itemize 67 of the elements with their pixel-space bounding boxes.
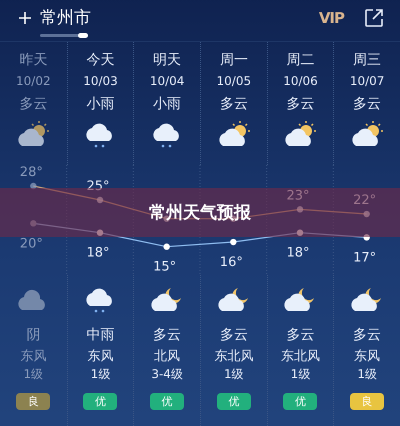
wind-level: 3-4级 bbox=[151, 366, 183, 383]
temperature-label: 15° bbox=[153, 260, 176, 275]
date-label: 10/07 bbox=[350, 73, 384, 90]
date-label: 10/06 bbox=[283, 73, 318, 90]
page-indicator bbox=[40, 33, 88, 38]
wind-direction: 东北风 bbox=[214, 348, 254, 366]
weather-label: 多云 bbox=[153, 326, 182, 345]
temperature-point bbox=[363, 210, 370, 218]
temperature-label: 17° bbox=[353, 250, 376, 266]
day-label: 周一 bbox=[220, 51, 248, 70]
weather-label: 小雨 bbox=[153, 95, 182, 114]
weather-label: 小雨 bbox=[86, 95, 114, 114]
wind-level: 1级 bbox=[290, 366, 310, 383]
weather-label: 多云 bbox=[286, 326, 314, 345]
date-label: 10/05 bbox=[216, 73, 252, 90]
wind-direction: 东风 bbox=[20, 348, 46, 366]
day-label: 今天 bbox=[86, 51, 114, 70]
air-quality-badge: 良 bbox=[350, 393, 384, 410]
temperature-point bbox=[363, 234, 370, 241]
temperature-point bbox=[230, 238, 237, 246]
day-label: 明天 bbox=[153, 51, 182, 70]
temperature-point bbox=[96, 196, 104, 204]
air-quality-badge: 优 bbox=[150, 393, 184, 410]
temperature-point bbox=[296, 206, 304, 213]
temperature-label: 20° bbox=[20, 236, 43, 252]
temperature-point bbox=[96, 230, 104, 236]
add-icon[interactable] bbox=[18, 10, 32, 24]
temperature-point bbox=[296, 230, 304, 236]
day-label: 周二 bbox=[286, 51, 314, 70]
weather-label: 多云 bbox=[286, 95, 314, 114]
weather-label: 多云 bbox=[220, 326, 248, 345]
share-icon[interactable] bbox=[364, 8, 384, 28]
wind-level: 1级 bbox=[90, 366, 110, 383]
weather-label: 中雨 bbox=[86, 326, 114, 345]
air-quality-badge: 优 bbox=[83, 393, 118, 410]
temperature-label: 18° bbox=[286, 246, 310, 261]
wind-level: 1级 bbox=[224, 366, 244, 383]
wind-direction: 东北风 bbox=[280, 348, 320, 366]
wind-direction: 东风 bbox=[354, 348, 380, 366]
date-label: 10/03 bbox=[83, 73, 118, 90]
weather-label: 阴 bbox=[26, 326, 40, 345]
date-label: 10/02 bbox=[16, 73, 51, 90]
temperature-label: 16° bbox=[220, 255, 243, 270]
vip-badge[interactable]: VIP bbox=[318, 9, 344, 27]
temperature-point bbox=[163, 244, 170, 250]
wind-level: 1级 bbox=[357, 366, 377, 383]
temperature-label: 28° bbox=[20, 165, 43, 180]
air-quality-badge: 优 bbox=[216, 393, 251, 410]
wind-direction: 东风 bbox=[87, 348, 114, 366]
temperature-label: 22° bbox=[353, 193, 376, 208]
wind-level: 1级 bbox=[24, 366, 44, 383]
temperature-point bbox=[30, 220, 37, 227]
temperature-label: 25° bbox=[86, 179, 110, 194]
city-name[interactable]: 常州市 bbox=[40, 6, 91, 29]
air-quality-badge: 良 bbox=[16, 393, 50, 410]
weather-label: 多云 bbox=[353, 326, 382, 345]
wind-direction: 北风 bbox=[154, 348, 180, 366]
day-label: 周三 bbox=[353, 51, 382, 70]
weather-label: 多云 bbox=[353, 95, 382, 114]
air-quality-badge: 优 bbox=[283, 393, 318, 410]
weather-label: 多云 bbox=[220, 95, 248, 114]
day-label: 昨天 bbox=[19, 51, 48, 70]
temperature-label: 18° bbox=[86, 246, 110, 261]
date-label: 10/04 bbox=[150, 73, 184, 90]
weather-label: 多云 bbox=[19, 95, 48, 114]
temperature-label: 23° bbox=[286, 188, 310, 204]
temperature-point bbox=[30, 182, 37, 190]
